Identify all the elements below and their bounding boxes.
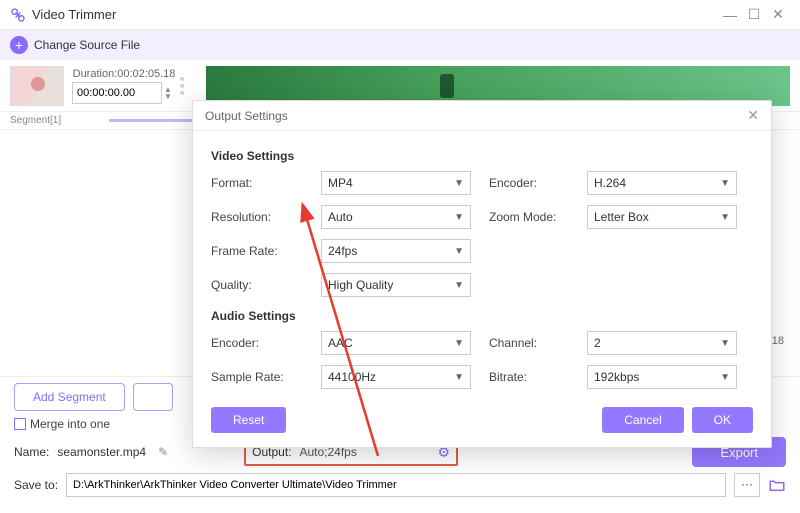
- format-label: Format:: [211, 176, 303, 190]
- maximize-button[interactable]: ☐: [742, 6, 766, 23]
- name-label: Name:: [14, 445, 49, 459]
- app-logo-icon: [10, 7, 26, 23]
- duration-label: Duration:00:02:05.18: [73, 68, 176, 80]
- dialog-header: Output Settings ✕: [193, 101, 771, 131]
- cancel-button[interactable]: Cancel: [602, 407, 683, 433]
- duration-box: Duration:00:02:05.18 ▲▼: [72, 68, 176, 104]
- resolution-label: Resolution:: [211, 210, 303, 224]
- change-source-button[interactable]: Change Source File: [34, 38, 140, 52]
- ok-button[interactable]: OK: [692, 407, 753, 433]
- segment-label: Segment[1]: [10, 115, 61, 126]
- clip-thumbnail[interactable]: [10, 66, 64, 106]
- encoder-select[interactable]: H.264▼: [587, 171, 737, 195]
- name-value: seamonster.mp4: [57, 445, 146, 459]
- chevron-down-icon: ▼: [720, 178, 730, 189]
- chevron-down-icon: ▼: [454, 246, 464, 257]
- minimize-button[interactable]: —: [718, 7, 742, 23]
- encoder-label: Encoder:: [489, 176, 569, 190]
- edit-name-icon[interactable]: ✎: [158, 445, 168, 459]
- channel-label: Channel:: [489, 336, 569, 350]
- open-folder-icon[interactable]: [768, 476, 786, 494]
- framerate-label: Frame Rate:: [211, 244, 303, 258]
- bitrate-label: Bitrate:: [489, 370, 569, 384]
- handle-icon[interactable]: «««: [180, 75, 192, 96]
- chevron-down-icon: ▼: [454, 338, 464, 349]
- zoom-select[interactable]: Letter Box▼: [587, 205, 737, 229]
- audio-encoder-select[interactable]: AAC▼: [321, 331, 471, 355]
- plus-icon[interactable]: +: [10, 36, 28, 54]
- chevron-down-icon: ▼: [454, 372, 464, 383]
- video-settings-header: Video Settings: [211, 149, 753, 163]
- audio-settings-header: Audio Settings: [211, 309, 753, 323]
- sample-rate-label: Sample Rate:: [211, 370, 303, 384]
- chevron-down-icon: ▼: [720, 338, 730, 349]
- sample-rate-select[interactable]: 44100Hz▼: [321, 365, 471, 389]
- quality-select[interactable]: High Quality▼: [321, 273, 471, 297]
- framerate-select[interactable]: 24fps▼: [321, 239, 471, 263]
- browse-button[interactable]: ···: [734, 473, 760, 497]
- secondary-button[interactable]: [133, 383, 173, 411]
- zoom-label: Zoom Mode:: [489, 210, 569, 224]
- checkbox-icon: [14, 418, 26, 430]
- audio-encoder-label: Encoder:: [211, 336, 303, 350]
- chevron-down-icon: ▼: [454, 178, 464, 189]
- dialog-close-icon[interactable]: ✕: [747, 107, 759, 124]
- close-button[interactable]: ✕: [766, 6, 790, 23]
- bitrate-select[interactable]: 192kbps▼: [587, 365, 737, 389]
- chevron-down-icon: ▼: [720, 212, 730, 223]
- quality-label: Quality:: [211, 278, 303, 292]
- save-to-label: Save to:: [14, 478, 58, 492]
- start-time-input[interactable]: [72, 82, 162, 104]
- chevron-down-icon: ▼: [720, 372, 730, 383]
- title-bar: Video Trimmer — ☐ ✕: [0, 0, 800, 30]
- reset-button[interactable]: Reset: [211, 407, 286, 433]
- channel-select[interactable]: 2▼: [587, 331, 737, 355]
- chevron-down-icon: ▼: [454, 212, 464, 223]
- dialog-title: Output Settings: [205, 109, 288, 123]
- dialog-footer: Reset Cancel OK: [193, 397, 771, 447]
- source-bar: + Change Source File: [0, 30, 800, 60]
- merge-checkbox[interactable]: Merge into one: [14, 417, 110, 431]
- output-settings-dialog: Output Settings ✕ Video Settings Format:…: [192, 100, 772, 448]
- save-path-input[interactable]: [66, 473, 726, 497]
- stepper-icon[interactable]: ▲▼: [164, 86, 176, 100]
- window-title: Video Trimmer: [32, 7, 718, 22]
- chevron-down-icon: ▼: [454, 280, 464, 291]
- add-segment-button[interactable]: Add Segment: [14, 383, 125, 411]
- resolution-select[interactable]: Auto▼: [321, 205, 471, 229]
- format-select[interactable]: MP4▼: [321, 171, 471, 195]
